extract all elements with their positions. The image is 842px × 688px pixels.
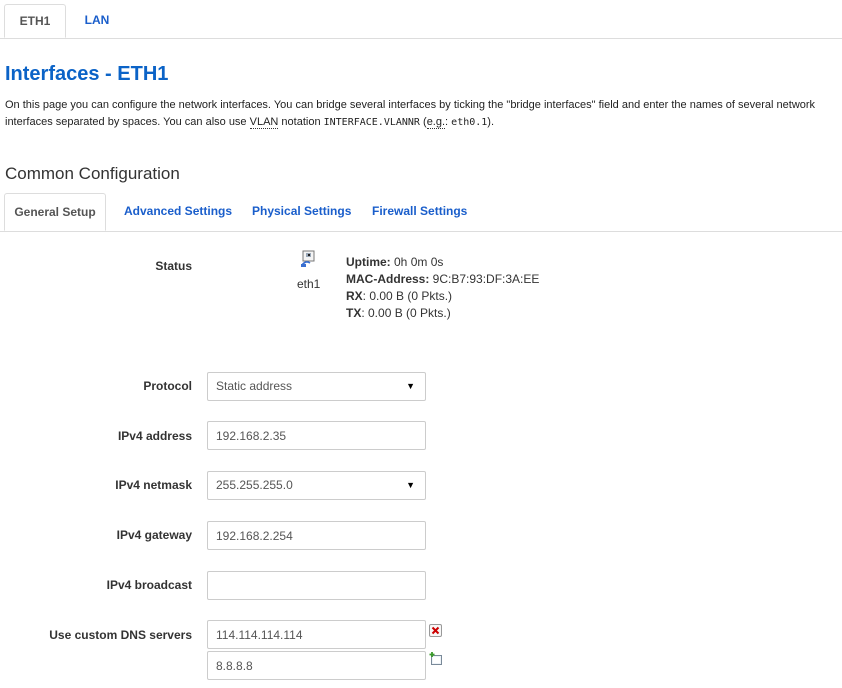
uptime-row: Uptime: 0h 0m 0s [346,254,539,271]
mac-row: MAC-Address: 9C:B7:93:DF:3A:EE [346,271,539,288]
rx-value: : 0.00 B (0 Pkts.) [362,289,453,303]
rx-row: RX: 0.00 B (0 Pkts.) [346,288,539,305]
interface-tabs: ETH1 LAN [0,0,842,39]
tab-firewall-settings[interactable]: Firewall Settings [372,193,467,231]
tx-label: TX [346,306,362,320]
protocol-label: Protocol [143,379,192,393]
netmask-value: 255.255.255.0 [216,478,293,492]
ipv4-gateway-input[interactable] [207,521,426,550]
tab-general-setup[interactable]: General Setup [4,193,106,231]
tx-value: : 0.00 B (0 Pkts.) [361,306,451,320]
section-title: Common Configuration [5,164,180,183]
status-label: Status [155,259,192,273]
uptime-label: Uptime: [346,255,391,269]
ipv4-address-label: IPv4 address [117,429,192,443]
ipv4-netmask-select[interactable]: 255.255.255.0 ▼ [207,471,426,500]
ipv4-gateway-label: IPv4 gateway [116,528,192,542]
tab-lan[interactable]: LAN [80,4,114,38]
dns-server-input-2[interactable] [207,651,426,680]
uptime-value: 0h 0m 0s [390,255,444,269]
tab-advanced-settings[interactable]: Advanced Settings [124,193,232,231]
dns-servers-label: Use custom DNS servers [49,628,192,642]
description-text: ( [419,116,427,128]
network-port-icon [301,250,315,267]
remove-icon[interactable] [429,624,442,637]
ipv4-broadcast-input[interactable] [207,571,426,600]
code-eth0-1: eth0.1 [451,117,488,128]
ipv4-address-input[interactable] [207,421,426,450]
tx-row: TX: 0.00 B (0 Pkts.) [346,305,539,322]
add-icon[interactable] [429,652,442,665]
mac-label: MAC-Address: [346,272,430,286]
dns-server-input-1[interactable] [207,620,426,649]
description-text: ). [487,116,495,128]
eg-abbreviation: e.g. [426,116,446,129]
description-text: notation [278,116,324,128]
config-tabs: General Setup Advanced Settings Physical… [0,193,842,232]
ipv4-broadcast-label: IPv4 broadcast [106,578,192,592]
rx-label: RX [346,289,363,303]
tab-eth1[interactable]: ETH1 [4,4,66,38]
vlan-abbreviation: VLAN [249,116,279,129]
ipv4-netmask-label: IPv4 netmask [115,478,192,492]
code-interface-vlannr: INTERFACE.VLANNR [323,117,420,128]
dropdown-arrow-icon: ▼ [406,480,415,490]
protocol-value: Static address [216,379,293,393]
page-title: Interfaces - ETH1 [5,63,169,85]
protocol-select[interactable]: Static address ▼ [207,372,426,401]
tab-physical-settings[interactable]: Physical Settings [252,193,351,231]
interface-name: eth1 [297,277,321,291]
status-details: Uptime: 0h 0m 0s MAC-Address: 9C:B7:93:D… [346,254,539,322]
dropdown-arrow-icon: ▼ [406,381,415,391]
mac-value: 9C:B7:93:DF:3A:EE [429,272,540,286]
page-description: On this page you can configure the netwo… [5,97,840,131]
